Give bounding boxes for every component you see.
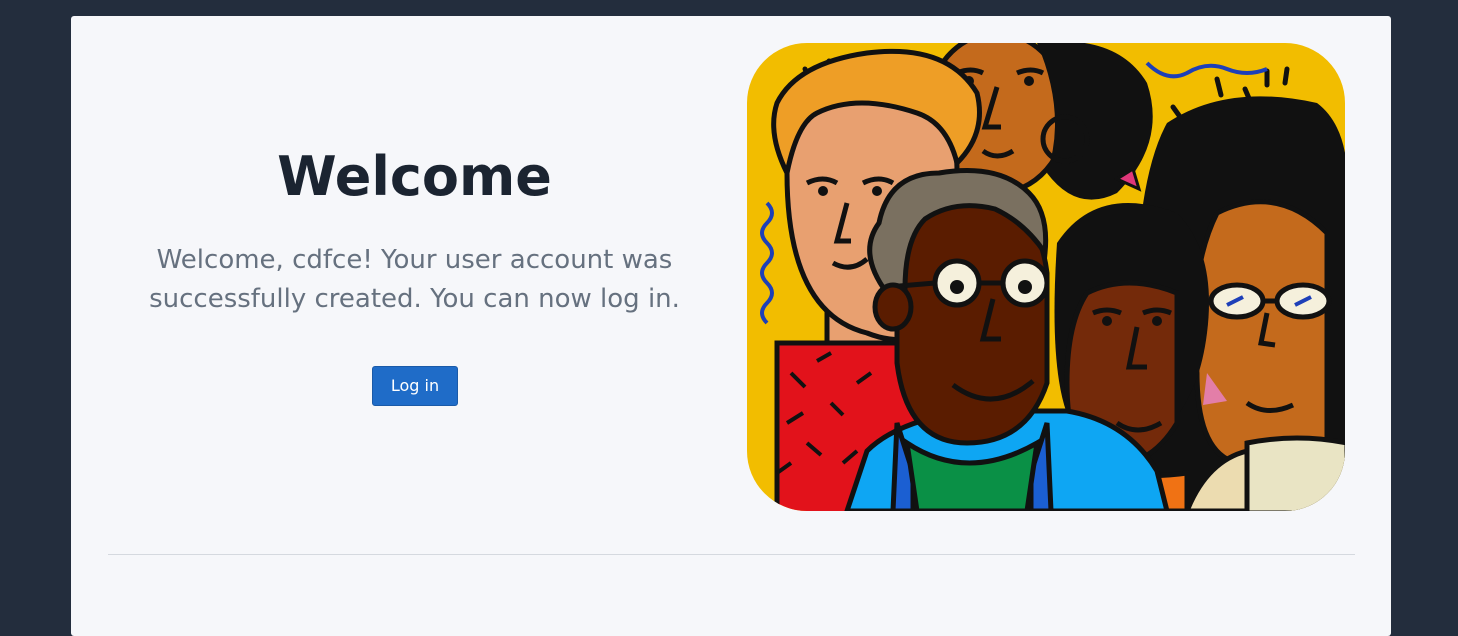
page-title: Welcome (277, 145, 552, 208)
divider (108, 554, 1355, 555)
welcome-card: Welcome Welcome, cdfce! Your user accoun… (71, 16, 1391, 636)
login-button[interactable]: Log in (372, 366, 458, 406)
people-illustration (747, 43, 1345, 511)
welcome-message: Welcome, cdfce! Your user account was su… (149, 245, 680, 314)
